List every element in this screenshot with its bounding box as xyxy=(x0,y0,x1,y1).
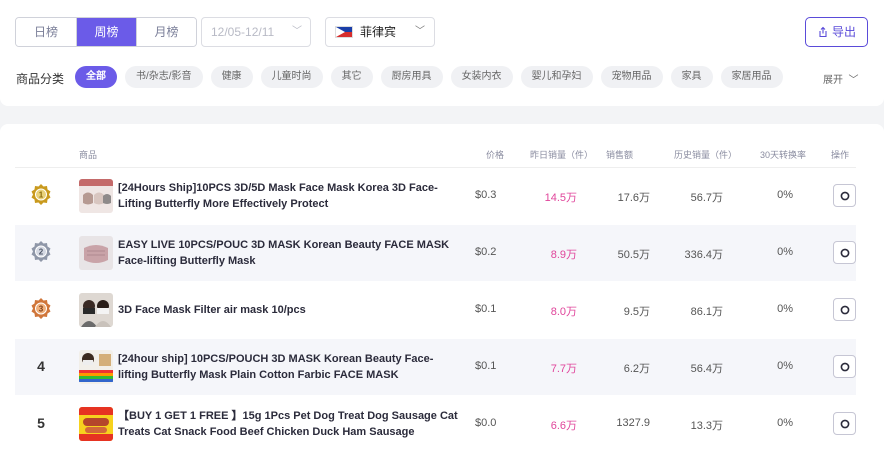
product-title[interactable]: 3D Face Mask Filter air mask 10/pcs xyxy=(118,302,458,318)
view-detail-button[interactable] xyxy=(833,241,856,264)
category-other[interactable]: 其它 xyxy=(330,66,373,88)
header-action: 操作 xyxy=(831,150,850,160)
chevron-down-icon: ﹀ xyxy=(845,75,859,86)
table-row[interactable]: 1 [24Hours Ship]10PCS 3D/5D Mask Face Ma… xyxy=(15,168,856,224)
yesterday-sales-value: 8.0万 xyxy=(550,306,577,318)
yesterday-sales-value: 6.6万 xyxy=(550,420,577,432)
price-value: $0.0 xyxy=(475,417,497,429)
svg-text:1: 1 xyxy=(39,191,44,200)
header-product: 商品 xyxy=(79,150,98,160)
philippines-flag-icon xyxy=(335,26,353,38)
country-value: 菲律宾 xyxy=(360,25,397,39)
svg-text:3: 3 xyxy=(39,305,44,314)
conversion-rate-value: 0% xyxy=(777,246,793,258)
category-furniture[interactable]: 家具 xyxy=(670,66,713,88)
history-sales-value: 56.7万 xyxy=(690,192,723,204)
view-detail-button[interactable] xyxy=(833,298,856,321)
silver-medal-icon: 2 xyxy=(31,241,51,262)
search-icon xyxy=(840,248,850,258)
date-range-select[interactable]: 12/05-12/11 ﹀ xyxy=(201,17,311,47)
export-icon xyxy=(819,26,827,38)
price-value: $0.3 xyxy=(475,189,497,201)
conversion-rate-value: 0% xyxy=(777,189,793,201)
ranking-table: 商品 价格 昨日销量（件） 销售额 历史销量（件） 30天转换率 操作 1 [2… xyxy=(0,124,884,452)
product-title[interactable]: [24Hours Ship]10PCS 3D/5D Mask Face Mask… xyxy=(118,180,458,212)
header-price: 价格 xyxy=(486,150,505,160)
sales-amount-value: 6.2万 xyxy=(623,363,650,375)
table-row[interactable]: 5 【BUY 1 GET 1 FREE 】15g 1Pcs Pet Dog Tr… xyxy=(15,396,856,452)
table-header: 商品 价格 昨日销量（件） 销售额 历史销量（件） 30天转换率 操作 xyxy=(15,140,856,168)
chevron-down-icon: ﹀ xyxy=(415,26,425,37)
category-kids-fashion[interactable]: 儿童时尚 xyxy=(260,66,323,88)
product-thumbnail[interactable] xyxy=(79,293,113,327)
yesterday-sales-value: 14.5万 xyxy=(544,192,577,204)
bronze-medal-icon: 3 xyxy=(31,298,51,319)
price-value: $0.1 xyxy=(475,360,497,372)
table-row[interactable]: 3 3D Face Mask Filter air mask 10/pcs $0… xyxy=(15,282,856,338)
search-icon xyxy=(840,305,850,315)
category-health[interactable]: 健康 xyxy=(210,66,253,88)
country-select[interactable]: 菲律宾 ﹀ xyxy=(325,17,435,47)
view-detail-button[interactable] xyxy=(833,412,856,435)
category-women-underwear[interactable]: 女装内衣 xyxy=(450,66,513,88)
yesterday-sales-value: 8.9万 xyxy=(550,249,577,261)
product-thumbnail[interactable] xyxy=(79,407,113,441)
view-detail-button[interactable] xyxy=(833,355,856,378)
category-list: 全部 书/杂志/影音 健康 儿童时尚 其它 厨房用具 女装内衣 婴儿和孕妇 宠物… xyxy=(75,66,791,88)
rank-number: 5 xyxy=(37,415,45,431)
gold-medal-icon: 1 xyxy=(31,184,51,205)
history-sales-value: 336.4万 xyxy=(684,249,723,261)
filter-panel: 日榜 周榜 月榜 12/05-12/11 ﹀ 菲律宾 ﹀ 导出 商品分类 全部 … xyxy=(0,0,884,106)
view-detail-button[interactable] xyxy=(833,184,856,207)
table-row[interactable]: 2 EASY LIVE 10PCS/POUC 3D MASK Korean Be… xyxy=(15,225,856,281)
header-yesterday-sales: 昨日销量（件） xyxy=(530,150,594,160)
category-all[interactable]: 全部 xyxy=(75,66,117,88)
header-conversion-30d: 30天转换率 xyxy=(760,150,807,160)
price-value: $0.2 xyxy=(475,246,497,258)
category-pet-supplies[interactable]: 宠物用品 xyxy=(600,66,663,88)
history-sales-value: 56.4万 xyxy=(690,363,723,375)
product-title[interactable]: [24hour ship] 10PCS/POUCH 3D MASK Korean… xyxy=(118,351,458,383)
tab-daily[interactable]: 日榜 xyxy=(16,18,76,46)
tab-monthly[interactable]: 月榜 xyxy=(136,18,196,46)
search-icon xyxy=(840,419,850,429)
header-sales-amount: 销售额 xyxy=(606,150,634,160)
price-value: $0.1 xyxy=(475,303,497,315)
expand-label: 展开 xyxy=(823,75,843,86)
product-title[interactable]: 【BUY 1 GET 1 FREE 】15g 1Pcs Pet Dog Trea… xyxy=(118,408,458,440)
product-title[interactable]: EASY LIVE 10PCS/POUC 3D MASK Korean Beau… xyxy=(118,237,458,269)
conversion-rate-value: 0% xyxy=(777,417,793,429)
conversion-rate-value: 0% xyxy=(777,303,793,315)
header-history-sales: 历史销量（件） xyxy=(674,150,738,160)
expand-categories-button[interactable]: 展开 ﹀ xyxy=(823,71,859,86)
export-button[interactable]: 导出 xyxy=(805,17,868,47)
tab-weekly[interactable]: 周榜 xyxy=(76,18,136,46)
search-icon xyxy=(840,362,850,372)
rank-number: 4 xyxy=(37,358,45,374)
product-thumbnail[interactable] xyxy=(79,179,113,213)
category-books-media[interactable]: 书/杂志/影音 xyxy=(125,66,203,88)
date-range-value: 12/05-12/11 xyxy=(211,25,275,39)
svg-text:2: 2 xyxy=(39,248,44,257)
chevron-down-icon: ﹀ xyxy=(292,26,302,37)
history-sales-value: 86.1万 xyxy=(690,306,723,318)
category-baby-maternity[interactable]: 婴儿和孕妇 xyxy=(520,66,593,88)
sales-amount-value: 1327.9 xyxy=(616,417,650,429)
category-title: 商品分类 xyxy=(16,72,65,86)
conversion-rate-value: 0% xyxy=(777,360,793,372)
period-tabs: 日榜 周榜 月榜 xyxy=(15,17,197,47)
product-thumbnail[interactable] xyxy=(79,350,113,384)
product-thumbnail[interactable] xyxy=(79,236,113,270)
export-label: 导出 xyxy=(831,25,856,39)
category-home-goods[interactable]: 家居用品 xyxy=(720,66,783,88)
history-sales-value: 13.3万 xyxy=(690,420,723,432)
yesterday-sales-value: 7.7万 xyxy=(550,363,577,375)
sales-amount-value: 50.5万 xyxy=(617,249,650,261)
category-kitchen[interactable]: 厨房用具 xyxy=(380,66,443,88)
sales-amount-value: 17.6万 xyxy=(617,192,650,204)
table-row[interactable]: 4 [24hour ship] 10PCS/POUCH 3D MASK Kore… xyxy=(15,339,856,395)
search-icon xyxy=(840,191,850,201)
sales-amount-value: 9.5万 xyxy=(623,306,650,318)
